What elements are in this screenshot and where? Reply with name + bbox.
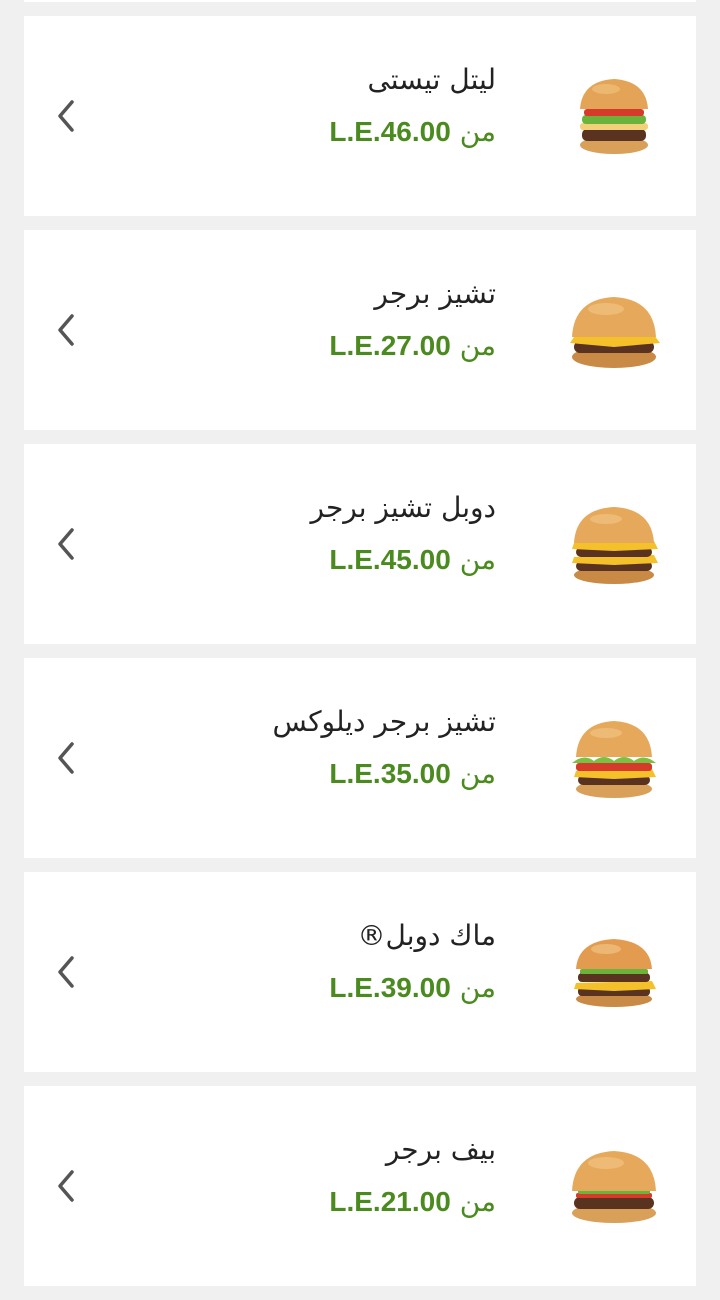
price-amount: L.E.46.00 bbox=[329, 116, 451, 147]
item-price: من L.E.39.00 bbox=[329, 970, 496, 1006]
price-amount: L.E.39.00 bbox=[329, 972, 451, 1003]
menu-item-cheeseburger[interactable]: تشيز برجر من L.E.27.00 bbox=[24, 230, 696, 430]
menu-list: ليتل تيستى من L.E.46.00 تشيز برجر من L.E… bbox=[24, 16, 696, 1300]
menu-item-beef-burger[interactable]: بيف برجر من L.E.21.00 bbox=[24, 1086, 696, 1286]
burger-image-beef-burger bbox=[564, 1141, 664, 1231]
price-prefix: من bbox=[459, 543, 496, 576]
item-price: من L.E.46.00 bbox=[329, 114, 496, 150]
item-name: تشيز برجر bbox=[374, 277, 496, 310]
item-name: ماك دوبل® bbox=[357, 919, 497, 952]
burger-image-double-cheeseburger bbox=[564, 499, 664, 589]
item-price: من L.E.45.00 bbox=[311, 542, 496, 578]
price-prefix: من bbox=[459, 329, 496, 362]
item-price: من L.E.27.00 bbox=[329, 328, 496, 364]
price-amount: L.E.45.00 bbox=[329, 544, 451, 575]
item-price: من L.E.21.00 bbox=[329, 1184, 496, 1220]
menu-item-mcdouble[interactable]: ماك دوبل® من L.E.39.00 bbox=[24, 872, 696, 1072]
menu-item-little-tasty[interactable]: ليتل تيستى من L.E.46.00 bbox=[24, 16, 696, 216]
previous-card-edge bbox=[24, 0, 696, 2]
chevron-left-icon bbox=[52, 310, 80, 350]
menu-item-double-cheeseburger[interactable]: دوبل تشيز برجر من L.E.45.00 bbox=[24, 444, 696, 644]
burger-image-cheeseburger bbox=[564, 285, 664, 375]
item-name: ليتل تيستى bbox=[367, 63, 496, 96]
price-amount: L.E.35.00 bbox=[329, 758, 451, 789]
item-price: من L.E.35.00 bbox=[273, 756, 496, 792]
price-amount: L.E.21.00 bbox=[329, 1186, 451, 1217]
item-name: تشيز برجر ديلوكس bbox=[272, 705, 497, 738]
burger-image-mcdouble bbox=[564, 927, 664, 1017]
price-prefix: من bbox=[459, 1185, 496, 1218]
price-prefix: من bbox=[459, 971, 496, 1004]
burger-image-little-tasty bbox=[564, 71, 664, 161]
chevron-left-icon bbox=[52, 1166, 80, 1206]
price-amount: L.E.27.00 bbox=[329, 330, 451, 361]
chevron-left-icon bbox=[52, 524, 80, 564]
price-prefix: من bbox=[459, 115, 496, 148]
item-name: دوبل تشيز برجر bbox=[310, 491, 496, 524]
chevron-left-icon bbox=[52, 952, 80, 992]
menu-item-cheeseburger-deluxe[interactable]: تشيز برجر ديلوكس من L.E.35.00 bbox=[24, 658, 696, 858]
item-name: بيف برجر bbox=[385, 1133, 496, 1166]
chevron-left-icon bbox=[52, 96, 80, 136]
chevron-left-icon bbox=[52, 738, 80, 778]
price-prefix: من bbox=[459, 757, 496, 790]
burger-image-cheeseburger-deluxe bbox=[564, 713, 664, 803]
